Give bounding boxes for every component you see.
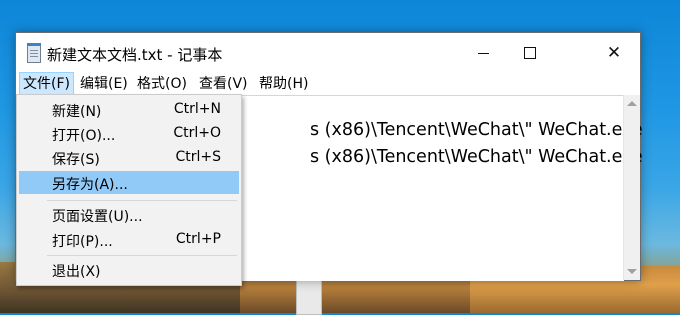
close-icon: ✕	[606, 43, 622, 63]
menu-edit[interactable]: 编辑(E)	[77, 73, 131, 95]
editor-line: s (x86)\Tencent\WeChat\" WeChat.exe	[310, 147, 643, 167]
minimize-button[interactable]	[460, 33, 506, 73]
menu-item-shortcut: Ctrl+P	[175, 231, 221, 247]
menu-view[interactable]: 查看(V)	[196, 73, 251, 95]
title-bar[interactable]: 新建文本文档.txt - 记事本 ✕	[16, 33, 640, 73]
menu-bar: 文件(F) 编辑(E) 格式(O) 查看(V) 帮助(H)	[16, 72, 640, 96]
maximize-icon	[524, 47, 536, 59]
menu-item-label: 页面设置(U)...	[52, 209, 143, 225]
menu-item-new[interactable]: 新建(N) Ctrl+N	[19, 98, 239, 121]
close-button[interactable]: ✕	[588, 33, 640, 73]
vertical-scrollbar[interactable]	[623, 95, 640, 280]
menu-item-save[interactable]: 保存(S) Ctrl+S	[19, 146, 239, 169]
menu-item-label: 打开(O)...	[52, 128, 116, 144]
menu-format[interactable]: 格式(O)	[134, 73, 190, 95]
menu-item-label: 新建(N)	[52, 104, 102, 120]
minimize-icon	[477, 52, 489, 54]
menu-item-label: 另存为(A)...	[52, 177, 128, 193]
menu-separator	[47, 200, 237, 201]
scroll-down-arrow-icon[interactable]	[627, 269, 637, 274]
menu-item-shortcut: Ctrl+O	[173, 125, 221, 141]
desktop-file-icon[interactable]	[296, 280, 322, 315]
menu-item-label: 退出(X)	[52, 264, 101, 280]
menu-item-label: 保存(S)	[52, 152, 100, 168]
menu-help[interactable]: 帮助(H)	[256, 73, 311, 95]
maximize-button[interactable]	[507, 33, 553, 73]
editor-line: s (x86)\Tencent\WeChat\" WeChat.exe	[310, 120, 643, 140]
menu-item-print[interactable]: 打印(P)... Ctrl+P	[19, 228, 239, 251]
file-menu-dropdown: 新建(N) Ctrl+N 打开(O)... Ctrl+O 保存(S) Ctrl+…	[16, 94, 242, 286]
menu-item-page-setup[interactable]: 页面设置(U)...	[19, 203, 239, 226]
menu-item-shortcut: Ctrl+S	[175, 149, 221, 165]
window-title: 新建文本文档.txt - 记事本	[47, 46, 223, 64]
notepad-app-icon[interactable]	[27, 43, 41, 63]
menu-file[interactable]: 文件(F)	[19, 72, 74, 96]
scroll-up-arrow-icon[interactable]	[627, 101, 637, 106]
menu-item-save-as[interactable]: 另存为(A)...	[19, 171, 239, 194]
menu-item-open[interactable]: 打开(O)... Ctrl+O	[19, 122, 239, 145]
menu-item-label: 打印(P)...	[52, 234, 113, 250]
menu-separator	[47, 255, 237, 256]
menu-item-shortcut: Ctrl+N	[173, 101, 221, 117]
menu-item-exit[interactable]: 退出(X)	[19, 258, 239, 281]
